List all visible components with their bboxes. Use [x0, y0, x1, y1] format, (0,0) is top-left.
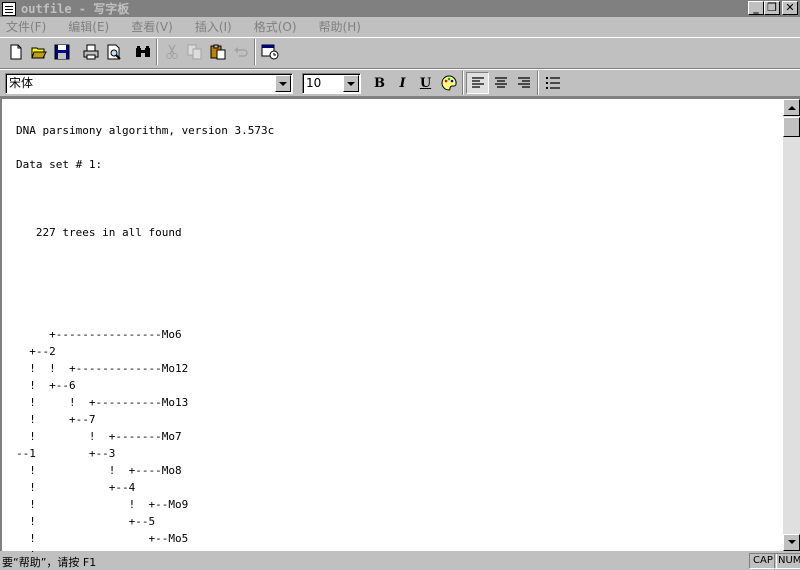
font-size-value: 10	[306, 76, 322, 90]
document-line: ! +--6	[16, 379, 76, 392]
copy-icon	[187, 44, 201, 60]
cut-icon	[165, 44, 178, 59]
new-button[interactable]	[4, 41, 27, 63]
align-left-button[interactable]	[466, 72, 489, 94]
document-line: ! +--Mo5	[16, 532, 189, 545]
wordpad-app-icon[interactable]	[2, 1, 16, 16]
save-button[interactable]	[50, 41, 73, 63]
bold-button[interactable]: B	[368, 72, 391, 94]
paste-icon	[210, 44, 225, 60]
undo-icon	[233, 47, 248, 57]
scroll-thumb[interactable]	[783, 117, 800, 137]
new-icon	[10, 44, 21, 60]
undo-button[interactable]	[229, 41, 252, 63]
minimize-button[interactable]: _	[748, 1, 764, 15]
status-bar: 要“帮助”，请按 F1 CAP NUM	[0, 552, 800, 570]
title-bar: outfile - 写字板 _ ❐ ✕	[0, 0, 800, 17]
print-button[interactable]	[79, 41, 102, 63]
color-button[interactable]	[437, 72, 460, 94]
menu-file[interactable]: 文件(F)	[2, 18, 50, 35]
font-name-value: 宋体	[9, 76, 34, 90]
font-name-combo[interactable]: 宋体	[5, 73, 293, 94]
menu-help[interactable]: 帮助(H)	[315, 18, 365, 35]
copy-button[interactable]	[183, 41, 206, 63]
print-preview-icon	[107, 44, 121, 60]
document-line: ! ! +--Mo9	[16, 498, 189, 511]
document-line: ! +--5	[16, 515, 156, 528]
document-line: ! ! +-------Mo7	[16, 430, 182, 443]
print-preview-button[interactable]	[102, 41, 125, 63]
menu-bar: 文件(F) 编辑(E) 查看(V) 插入(I) 格式(O) 帮助(H)	[0, 17, 800, 36]
restore-button[interactable]: ❐	[764, 1, 780, 15]
align-center-button[interactable]	[489, 72, 512, 94]
italic-button[interactable]: I	[391, 72, 414, 94]
document-line: ! ! +----------Mo13	[16, 396, 189, 409]
document-line: DNA parsimony algorithm, version 3.573c	[16, 124, 275, 137]
document-line: Data set # 1:	[16, 158, 103, 171]
underline-button[interactable]: U	[414, 72, 437, 94]
scroll-up-arrow-icon[interactable]	[783, 99, 800, 116]
align-right-icon	[517, 77, 530, 88]
caps-lock-indicator: CAP	[749, 553, 777, 569]
align-left-icon	[471, 77, 484, 88]
insert-datetime-icon	[261, 44, 278, 60]
open-button[interactable]	[27, 41, 50, 63]
standard-toolbar	[0, 37, 800, 69]
print-icon	[83, 44, 98, 60]
insert-datetime-button[interactable]	[258, 41, 281, 63]
document-line: 227 trees in all found	[16, 226, 182, 239]
open-icon	[30, 47, 47, 59]
document-line: --1 +--3	[16, 447, 116, 460]
menu-view[interactable]: 查看(V)	[127, 18, 177, 35]
color-palette-icon	[441, 75, 457, 91]
menu-insert[interactable]: 插入(I)	[191, 18, 236, 35]
font-dropdown-arrow-icon[interactable]	[275, 75, 291, 92]
document-area[interactable]: DNA parsimony algorithm, version 3.573c …	[0, 97, 800, 570]
cut-button[interactable]	[160, 41, 183, 63]
status-message: 要“帮助”，请按 F1	[2, 556, 97, 569]
align-center-icon	[494, 77, 507, 88]
bullets-button[interactable]	[541, 72, 564, 94]
bullets-icon	[545, 77, 560, 89]
document-line: ! +--7	[16, 413, 96, 426]
document-line: ! ! +----Mo8	[16, 464, 182, 477]
find-button[interactable]	[131, 41, 154, 63]
document-line: ! ! +-------------Mo12	[16, 362, 189, 375]
document-line: ! +--4	[16, 481, 136, 494]
document-text[interactable]: DNA parsimony algorithm, version 3.573c …	[16, 122, 776, 570]
close-button[interactable]: ✕	[782, 1, 798, 15]
menu-edit[interactable]: 编辑(E)	[64, 18, 113, 35]
font-size-combo[interactable]: 10	[302, 73, 361, 94]
window-controls: _ ❐ ✕	[748, 1, 798, 15]
document-line: +----------------Mo6	[16, 328, 182, 341]
menu-format[interactable]: 格式(O)	[250, 18, 301, 35]
scroll-down-arrow-icon[interactable]	[783, 534, 800, 551]
document-line: +--2	[16, 345, 56, 358]
format-toolbar: 宋体 10 B I U	[0, 69, 800, 97]
window-title: outfile - 写字板	[21, 2, 130, 16]
vertical-scrollbar[interactable]	[783, 99, 800, 551]
size-dropdown-arrow-icon[interactable]	[343, 75, 359, 92]
align-right-button[interactable]	[512, 72, 535, 94]
find-icon	[135, 46, 150, 57]
num-lock-indicator: NUM	[774, 553, 800, 569]
save-icon	[54, 44, 69, 60]
paste-button[interactable]	[206, 41, 229, 63]
